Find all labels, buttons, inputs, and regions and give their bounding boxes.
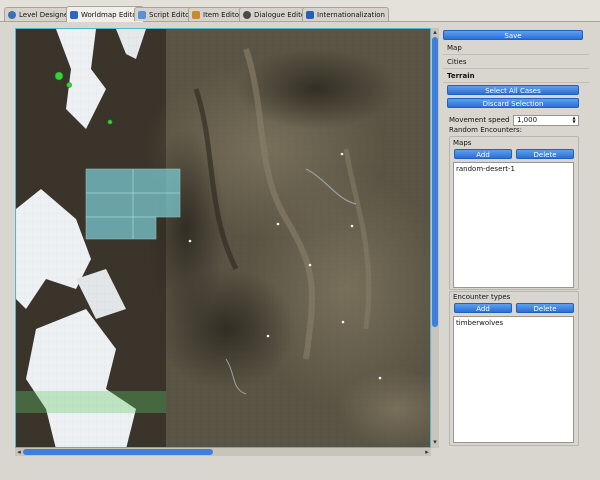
worldmap-properties-panel: Save Map Cities Terrain Select All Cases… — [443, 28, 589, 464]
movement-speed-label: Movement speed — [449, 116, 510, 124]
tab-item-editor[interactable]: Item Editor — [188, 7, 246, 21]
flag-icon — [306, 10, 314, 19]
section-cities[interactable]: Cities — [443, 56, 589, 69]
tab-level-designer[interactable]: Level Designer — [4, 7, 76, 21]
section-terrain[interactable]: Terrain — [443, 70, 589, 83]
scroll-left-icon[interactable]: ◂ — [15, 448, 23, 456]
discard-selection-button[interactable]: Discard Selection — [447, 98, 579, 108]
tab-worldmap-editor[interactable]: Worldmap Editor — [66, 6, 144, 22]
random-encounters-label: Random Encounters: — [449, 126, 523, 134]
tab-script-editor[interactable]: Script Editor — [134, 7, 197, 21]
list-item[interactable]: timberwolves — [454, 317, 573, 329]
tab-label: Dialogue Editor — [254, 10, 308, 19]
section-map[interactable]: Map — [443, 42, 589, 55]
terrain-image — [16, 29, 430, 447]
box-icon — [192, 10, 200, 19]
encounter-delete-button[interactable]: Delete — [516, 303, 574, 313]
scroll-thumb[interactable] — [432, 37, 438, 327]
scroll-down-icon[interactable]: ▾ — [431, 438, 439, 446]
tab-label: Item Editor — [203, 10, 242, 19]
movement-speed-value: 1,000 — [517, 116, 538, 124]
list-item[interactable]: random-desert-1 — [454, 163, 573, 175]
maps-delete-button[interactable]: Delete — [516, 149, 574, 159]
scroll-up-icon[interactable]: ▴ — [431, 28, 439, 36]
maps-group-title: Maps — [453, 139, 472, 147]
scroll-thumb[interactable] — [23, 449, 213, 455]
worldmap-canvas[interactable] — [15, 28, 431, 448]
tab-internationalization[interactable]: Internationalization — [302, 7, 389, 21]
map-horizontal-scrollbar[interactable]: ◂ ▸ — [15, 448, 431, 456]
maps-list[interactable]: random-desert-1 — [453, 162, 574, 288]
map-flag-icon — [70, 10, 78, 19]
encounter-types-title: Encounter types — [453, 293, 511, 301]
maps-add-button[interactable]: Add — [454, 149, 512, 159]
encounter-types-list[interactable]: timberwolves — [453, 316, 574, 443]
tab-label: Worldmap Editor — [81, 10, 140, 19]
encounter-add-button[interactable]: Add — [454, 303, 512, 313]
movement-speed-spinbox[interactable]: 1,000 ▲ ▼ — [513, 115, 579, 126]
tab-bar: Level Designer Worldmap Editor Script Ed… — [0, 0, 600, 22]
map-vertical-scrollbar[interactable]: ▴ ▾ — [431, 28, 439, 448]
speech-icon — [243, 10, 251, 19]
scroll-right-icon[interactable]: ▸ — [423, 448, 431, 456]
maps-group: Maps Add Delete random-desert-1 — [449, 136, 579, 290]
tab-label: Internationalization — [317, 10, 385, 19]
encounter-types-group: Encounter types Add Delete timberwolves — [449, 291, 579, 446]
tab-label: Script Editor — [149, 10, 193, 19]
globe-icon — [8, 10, 16, 19]
select-all-cases-button[interactable]: Select All Cases — [447, 85, 579, 95]
tab-label: Level Designer — [19, 10, 72, 19]
spin-arrows-icon[interactable]: ▲ ▼ — [570, 116, 578, 125]
script-icon — [138, 10, 146, 19]
save-button[interactable]: Save — [443, 30, 583, 40]
